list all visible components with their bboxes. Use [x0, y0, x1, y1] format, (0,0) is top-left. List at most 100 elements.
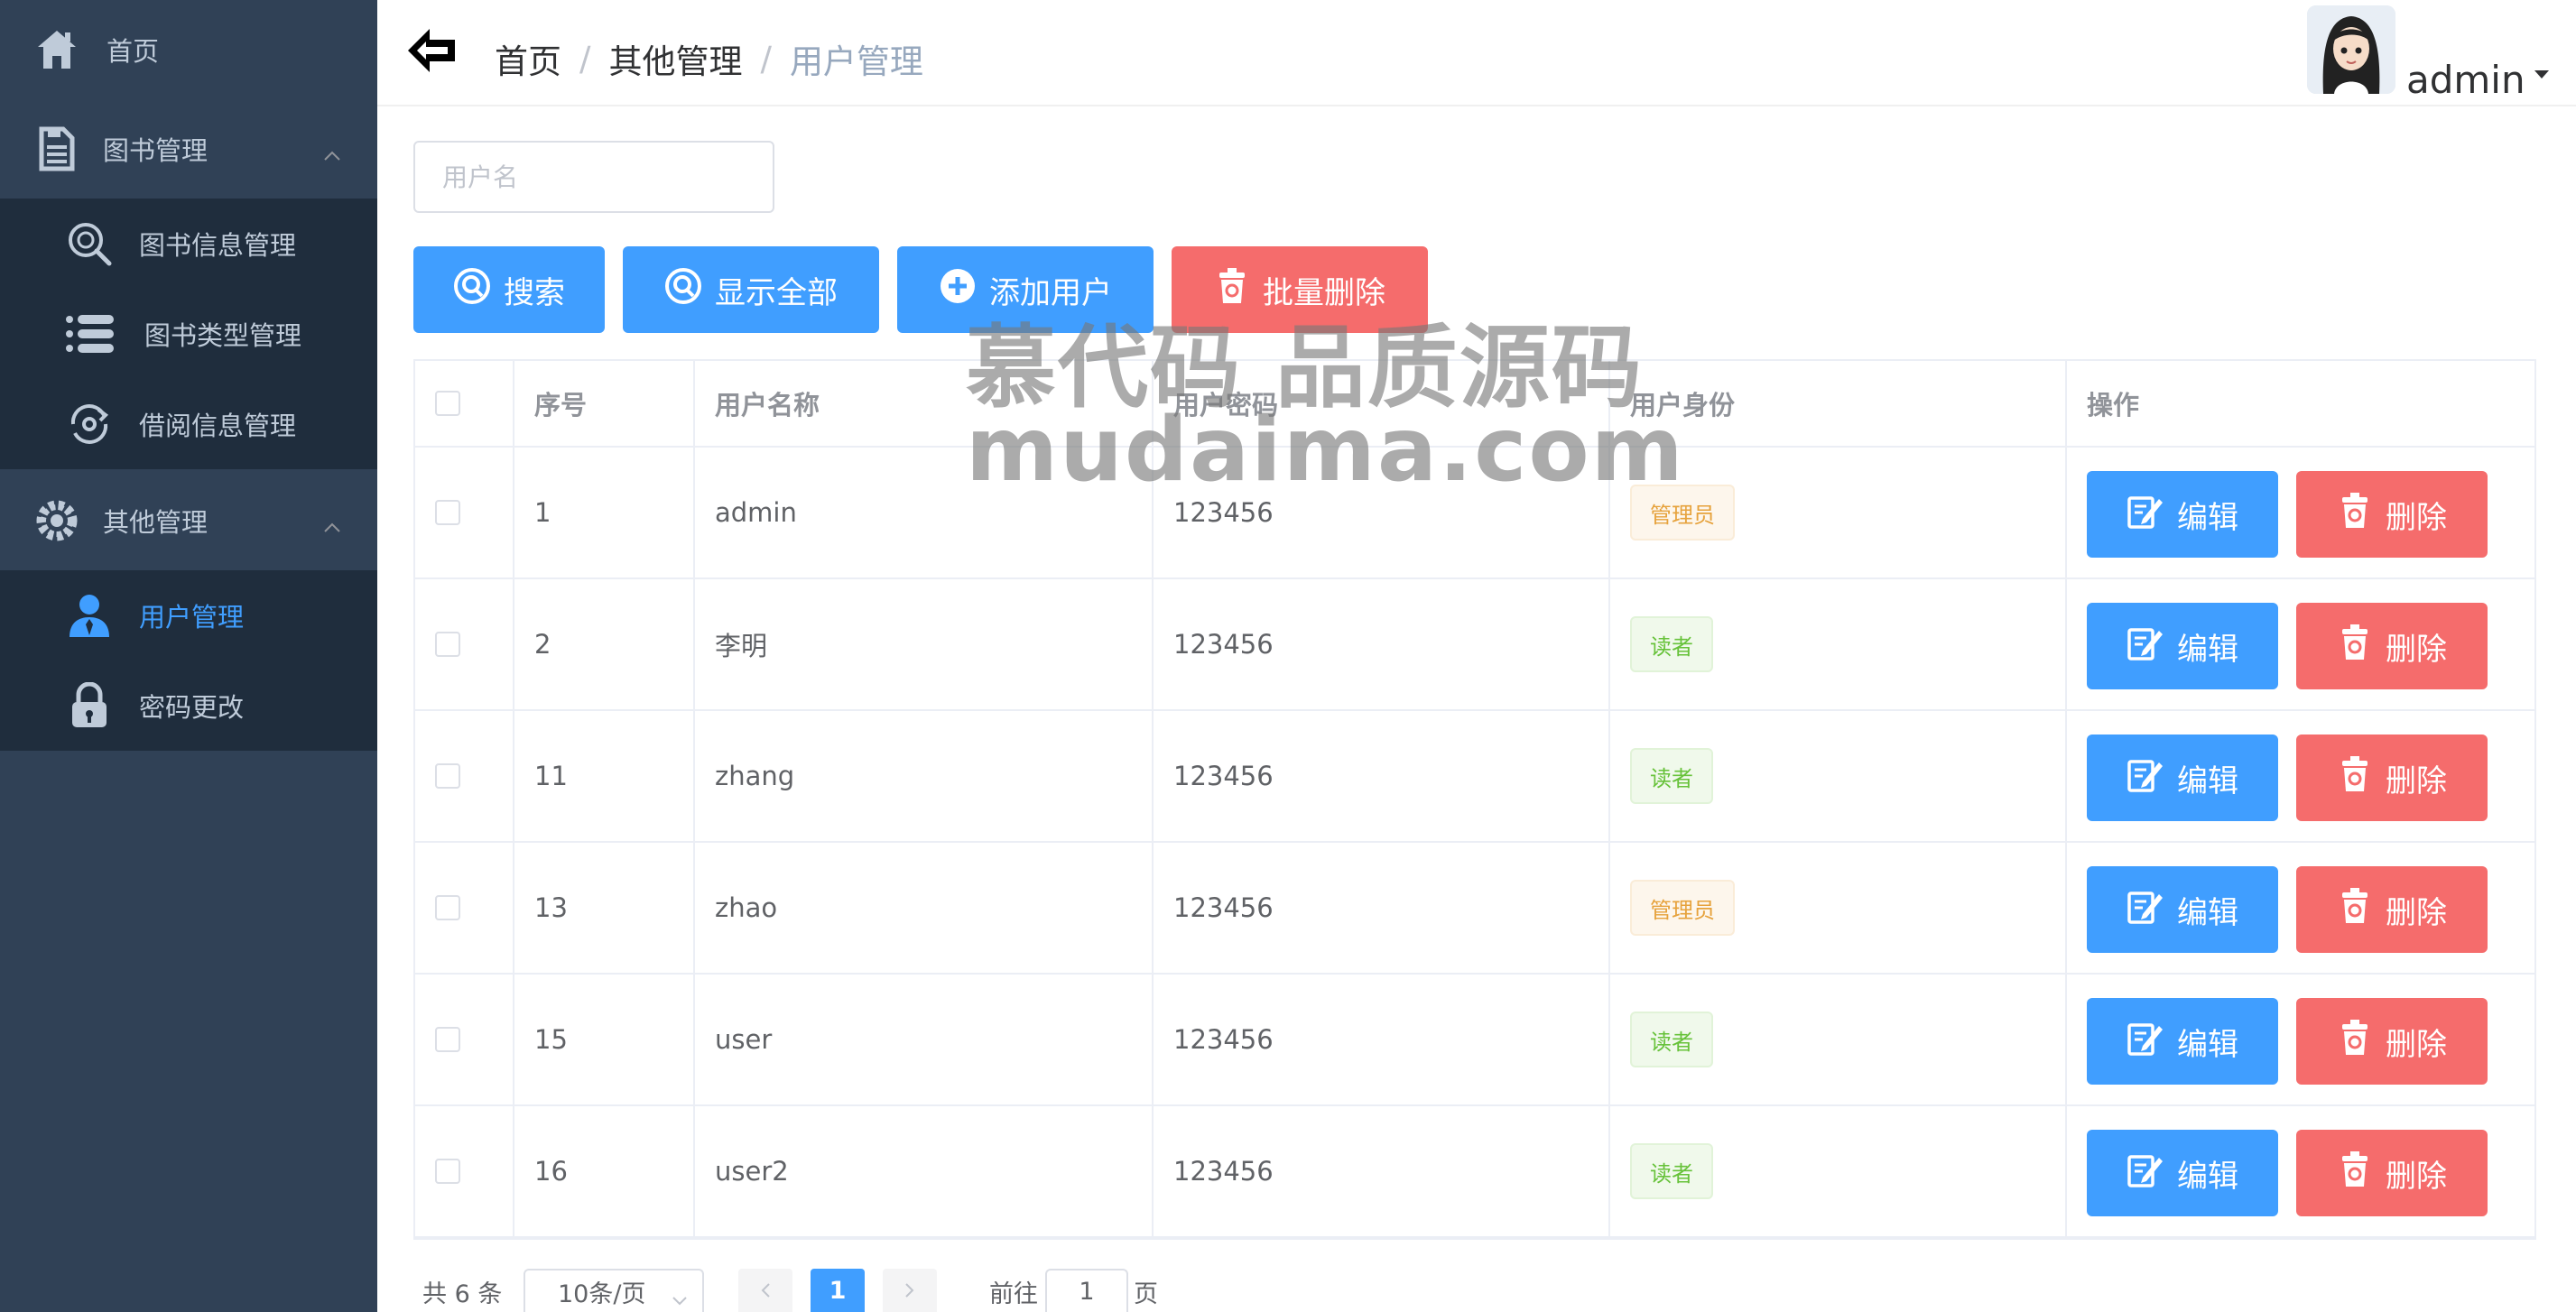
lock-icon: [65, 681, 114, 730]
edit-icon: [2127, 887, 2164, 933]
row-select-cell: [415, 975, 514, 1104]
search-input[interactable]: [413, 141, 774, 213]
edit-button-label: 编辑: [2177, 499, 2238, 536]
breadcrumb-separator: /: [579, 39, 591, 79]
sidebar-item-borrow-info[interactable]: 借阅信息管理: [0, 379, 377, 469]
sidebar-item-book-type[interactable]: 图书类型管理: [0, 289, 377, 379]
role-tag: 管理员: [1630, 880, 1735, 936]
edit-button[interactable]: 编辑: [2087, 998, 2278, 1085]
edit-icon: [2127, 624, 2164, 670]
cell-username: 李明: [695, 579, 1154, 709]
sidebar-item-book-type-label: 图书类型管理: [144, 320, 302, 351]
document-icon: [32, 125, 81, 173]
delete-button-label: 删除: [2386, 1158, 2447, 1195]
row-select-cell: [415, 1106, 514, 1236]
breadcrumb-current: 用户管理: [789, 42, 923, 81]
sidebar-item-book-info[interactable]: 图书信息管理: [0, 199, 377, 289]
row-checkbox[interactable]: [435, 763, 460, 789]
sidebar-item-book-mgmt[interactable]: 图书管理: [0, 99, 377, 199]
home-icon: [32, 25, 81, 74]
cell-password: 123456: [1154, 843, 1610, 973]
cell-password: 123456: [1154, 711, 1610, 841]
header-select-cell: [415, 361, 514, 446]
edit-button[interactable]: 编辑: [2087, 735, 2278, 821]
search-button[interactable]: 搜索: [413, 246, 605, 333]
edit-button-label: 编辑: [2177, 1158, 2238, 1195]
row-checkbox[interactable]: [435, 1159, 460, 1184]
table-row[interactable]: 2 李明 123456 读者 编辑 删除: [415, 579, 2534, 711]
page-size-select[interactable]: 10条/页: [524, 1269, 704, 1312]
table-row[interactable]: 16 user2 123456 读者 编辑 删除: [415, 1106, 2534, 1238]
edit-icon: [2127, 1150, 2164, 1197]
cell-id: 11: [514, 711, 695, 841]
goto-page-input[interactable]: 1: [1045, 1269, 1128, 1312]
cell-id: 15: [514, 975, 695, 1104]
header-cell: 操作: [2087, 390, 2140, 420]
row-checkbox[interactable]: [435, 1027, 460, 1052]
sidebar-item-book-mgmt-label: 图书管理: [103, 135, 208, 166]
cell-username: zhao: [695, 843, 1154, 973]
delete-button[interactable]: 删除: [2296, 998, 2488, 1085]
sidebar-item-user-mgmt[interactable]: 用户管理: [0, 570, 377, 661]
edit-button[interactable]: 编辑: [2087, 866, 2278, 953]
delete-button[interactable]: 删除: [2296, 735, 2488, 821]
delete-button[interactable]: 删除: [2296, 866, 2488, 953]
page-number-current[interactable]: 1: [811, 1269, 865, 1312]
delete-button[interactable]: 删除: [2296, 471, 2488, 558]
sidebar-item-other-mgmt[interactable]: 其他管理: [0, 471, 377, 570]
breadcrumb: 首页 / 其他管理 / 用户管理: [495, 34, 923, 83]
delete-button-label: 删除: [2386, 762, 2447, 799]
role-tag: 读者: [1630, 616, 1713, 672]
show-all-button[interactable]: 显示全部: [623, 246, 879, 333]
cell-role: 管理员: [1610, 843, 2067, 973]
breadcrumb-separator: /: [760, 39, 772, 79]
row-select-cell: [415, 711, 514, 841]
cell-role: 读者: [1610, 975, 2067, 1104]
prev-page-button[interactable]: [738, 1269, 792, 1312]
next-page-button[interactable]: [883, 1269, 937, 1312]
refresh-icon: [65, 400, 114, 448]
edit-button[interactable]: 编辑: [2087, 1130, 2278, 1216]
row-checkbox[interactable]: [435, 895, 460, 920]
search-icon: [664, 267, 702, 313]
select-all-checkbox[interactable]: [435, 391, 460, 416]
sidebar-item-pwd-change[interactable]: 密码更改: [0, 661, 377, 751]
back-arrow-icon[interactable]: [404, 23, 459, 78]
row-checkbox[interactable]: [435, 632, 460, 657]
trash-icon: [2337, 1019, 2373, 1065]
pagination-total: 共 6 条: [422, 1280, 503, 1308]
delete-button[interactable]: 删除: [2296, 603, 2488, 689]
table-row[interactable]: 13 zhao 123456 管理员 编辑 删除: [415, 843, 2534, 975]
list-icon: [65, 310, 114, 358]
edit-button-label: 编辑: [2177, 1026, 2238, 1063]
avatar[interactable]: [2307, 5, 2395, 94]
edit-icon: [2127, 755, 2164, 801]
role-tag: 读者: [1630, 1012, 1713, 1067]
submenu-other-mgmt: 用户管理 密码更改: [0, 570, 377, 751]
cell-role: 读者: [1610, 579, 2067, 709]
row-select-cell: [415, 579, 514, 709]
gear-icon: [32, 496, 81, 545]
user-name[interactable]: admin: [2406, 58, 2525, 102]
magnifier-icon: [65, 219, 114, 268]
table-row[interactable]: 15 user 123456 读者 编辑 删除: [415, 975, 2534, 1106]
sidebar-item-book-info-label: 图书信息管理: [139, 230, 297, 261]
delete-button[interactable]: 删除: [2296, 1130, 2488, 1216]
breadcrumb-other-mgmt[interactable]: 其他管理: [608, 34, 742, 83]
cell-id: 16: [514, 1106, 695, 1236]
caret-down-icon[interactable]: [2534, 70, 2549, 79]
table-row[interactable]: 11 zhang 123456 读者 编辑 删除: [415, 711, 2534, 843]
sidebar-item-home[interactable]: 首页: [0, 0, 377, 99]
row-checkbox[interactable]: [435, 500, 460, 525]
row-select-cell: [415, 843, 514, 973]
sidebar: 首页 图书管理 图书信息管理 图书类型管理 借阅信息管理 其他管理 用户管理 密…: [0, 0, 377, 1312]
breadcrumb-home[interactable]: 首页: [495, 34, 561, 83]
edit-button-label: 编辑: [2177, 762, 2238, 799]
edit-button[interactable]: 编辑: [2087, 603, 2278, 689]
cell-role: 读者: [1610, 711, 2067, 841]
cell-password: 123456: [1154, 1106, 1610, 1236]
edit-button[interactable]: 编辑: [2087, 471, 2278, 558]
sidebar-item-other-mgmt-label: 其他管理: [103, 507, 208, 538]
delete-button-label: 删除: [2386, 1026, 2447, 1063]
edit-button-label: 编辑: [2177, 894, 2238, 931]
